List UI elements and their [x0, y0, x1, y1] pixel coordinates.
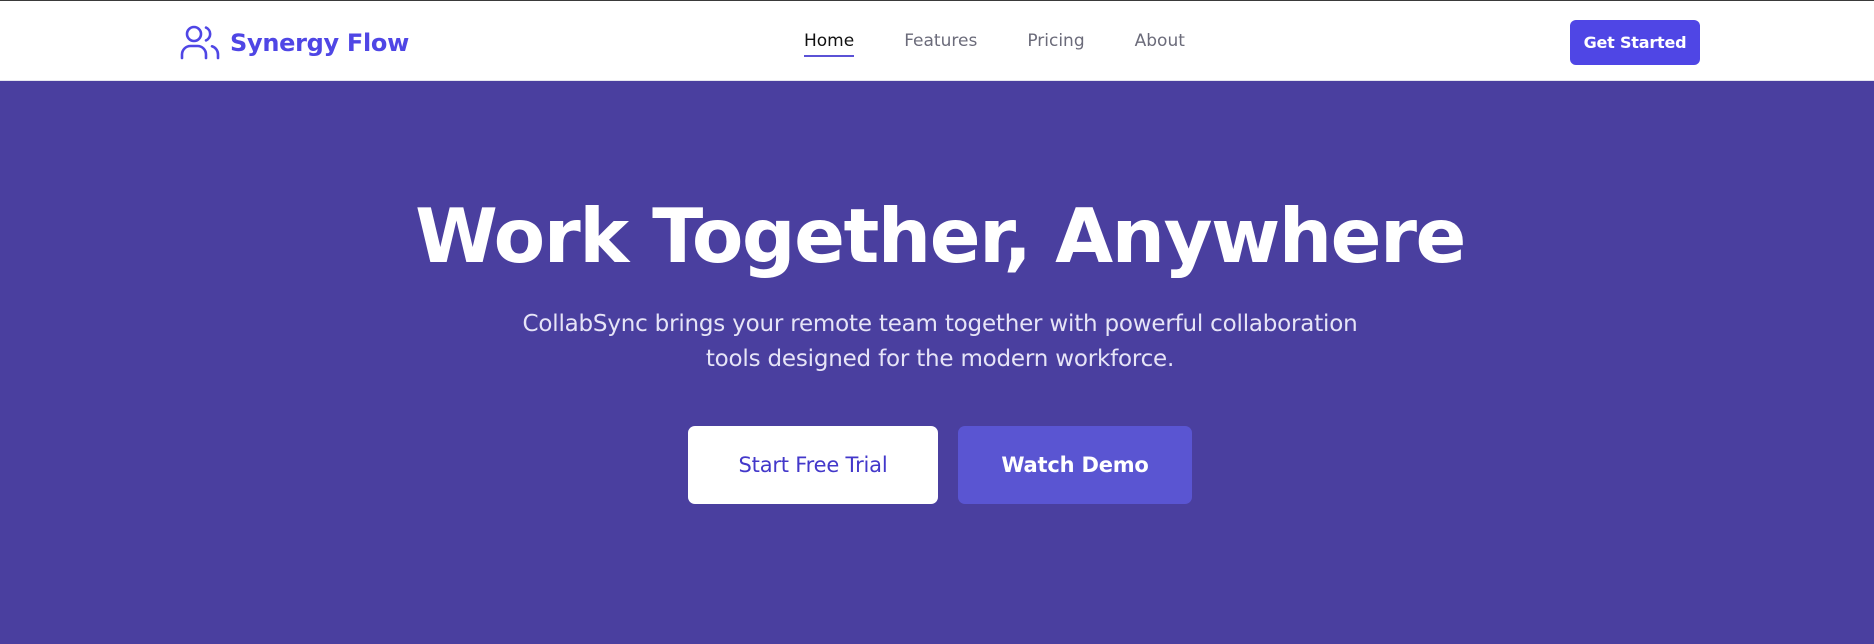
hero-title: Work Together, Anywhere: [415, 192, 1466, 280]
brand-logo-link[interactable]: Synergy Flow: [179, 23, 409, 63]
hero-section: Work Together, Anywhere CollabSync bring…: [0, 81, 1874, 644]
landing-page: Synergy Flow Home Features Pricing About…: [0, 0, 1874, 644]
users-icon: [179, 23, 221, 63]
brand-name: Synergy Flow: [230, 29, 409, 57]
hero-actions: Start Free Trial Watch Demo: [688, 426, 1192, 504]
nav-pricing[interactable]: Pricing: [1027, 31, 1084, 57]
nav-about[interactable]: About: [1135, 31, 1185, 57]
hero-subtitle: CollabSync brings your remote team toget…: [522, 311, 1358, 372]
nav-home[interactable]: Home: [804, 31, 855, 57]
main-nav: Home Features Pricing About: [804, 31, 1235, 57]
watch-demo-button[interactable]: Watch Demo: [958, 426, 1192, 504]
get-started-button[interactable]: Get Started: [1570, 20, 1700, 65]
start-free-trial-button[interactable]: Start Free Trial: [688, 426, 938, 504]
site-header: Synergy Flow Home Features Pricing About…: [0, 1, 1874, 81]
nav-features[interactable]: Features: [904, 31, 977, 57]
